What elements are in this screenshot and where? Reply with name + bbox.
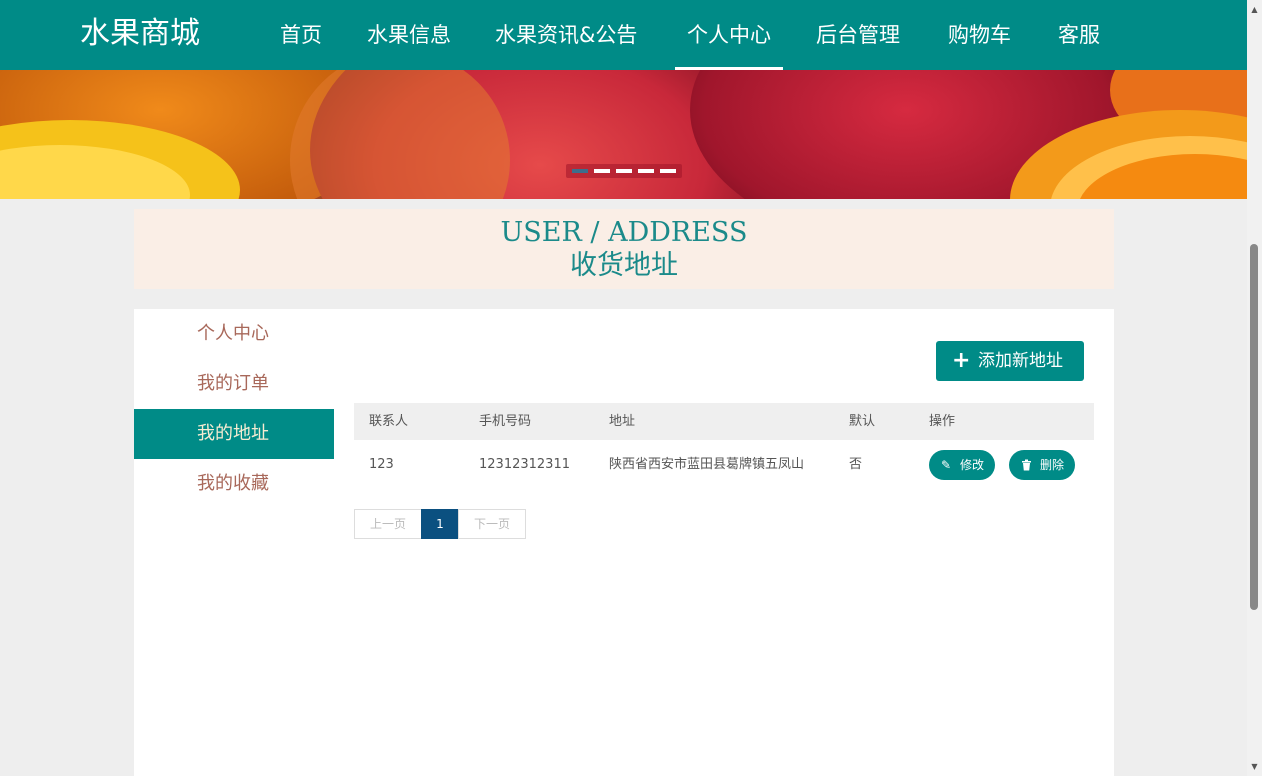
nav-home[interactable]: 首页 [280,0,322,70]
edit-button[interactable]: ✎ 修改 [929,450,995,480]
column-header-contact: 联系人 [369,414,409,429]
delete-label: 删除 [1040,458,1065,472]
page-number-1[interactable]: 1 [421,509,459,539]
carousel-dot[interactable] [660,169,676,173]
content-panel: 个人中心 我的订单 我的地址 我的收藏 + 添加新地址 联系人 手机号码 地址 … [134,309,1114,776]
scroll-thumb[interactable] [1250,244,1258,610]
column-header-actions: 操作 [929,414,956,429]
carousel-dot[interactable] [572,169,588,173]
scroll-down-arrow-icon[interactable]: ▼ [1247,759,1262,774]
scroll-up-arrow-icon[interactable]: ▲ [1247,2,1262,17]
nav-fruit-info[interactable]: 水果信息 [367,0,451,70]
cell-contact: 123 [369,457,394,472]
prev-page-button[interactable]: 上一页 [354,509,422,539]
edit-label: 修改 [960,458,985,472]
pencil-icon: ✎ [941,458,952,472]
add-address-label: 添加新地址 [978,351,1063,371]
carousel-indicators [566,164,682,178]
sidebar-item-my-favorites[interactable]: 我的收藏 [134,459,334,509]
page-scrollbar[interactable]: ▲ ▼ [1247,0,1262,776]
nav-service[interactable]: 客服 [1058,0,1100,70]
brand-logo[interactable]: 水果商城 [80,14,200,54]
page-title-box: USER / ADDRESS 收货地址 [134,209,1114,289]
page-title-cn: 收货地址 [570,250,678,281]
top-navbar: 水果商城 首页 水果信息 水果资讯&公告 个人中心 后台管理 购物车 客服 [0,0,1247,70]
delete-button[interactable]: 删除 [1009,450,1075,480]
carousel-dot[interactable] [616,169,632,173]
column-header-phone: 手机号码 [479,414,532,429]
nav-news[interactable]: 水果资讯&公告 [495,0,637,70]
sidebar-item-my-orders[interactable]: 我的订单 [134,359,334,409]
page-title-en: USER / ADDRESS [500,217,748,248]
table-header: 联系人 手机号码 地址 默认 操作 [354,403,1094,440]
cell-phone: 12312312311 [479,457,570,472]
table-row: 123 12312312311 陕西省西安市蓝田县葛牌镇五凤山 否 ✎ 修改 删… [354,440,1094,490]
cell-default: 否 [849,457,863,472]
add-address-button[interactable]: + 添加新地址 [936,341,1084,381]
column-header-address: 地址 [609,414,636,429]
cell-address: 陕西省西安市蓝田县葛牌镇五凤山 [609,457,805,472]
plus-icon: + [952,348,971,373]
column-header-default: 默认 [849,414,876,429]
next-page-button[interactable]: 下一页 [458,509,526,539]
nav-cart[interactable]: 购物车 [948,0,1011,70]
sidebar-item-personal-center[interactable]: 个人中心 [134,309,334,359]
fruit-banner-image [0,70,1247,199]
carousel-dot[interactable] [638,169,654,173]
trash-icon [1021,450,1032,480]
nav-admin[interactable]: 后台管理 [816,0,900,70]
sidebar-item-my-address[interactable]: 我的地址 [134,409,334,459]
carousel-dot[interactable] [594,169,610,173]
nav-personal-center[interactable]: 个人中心 [675,0,783,70]
